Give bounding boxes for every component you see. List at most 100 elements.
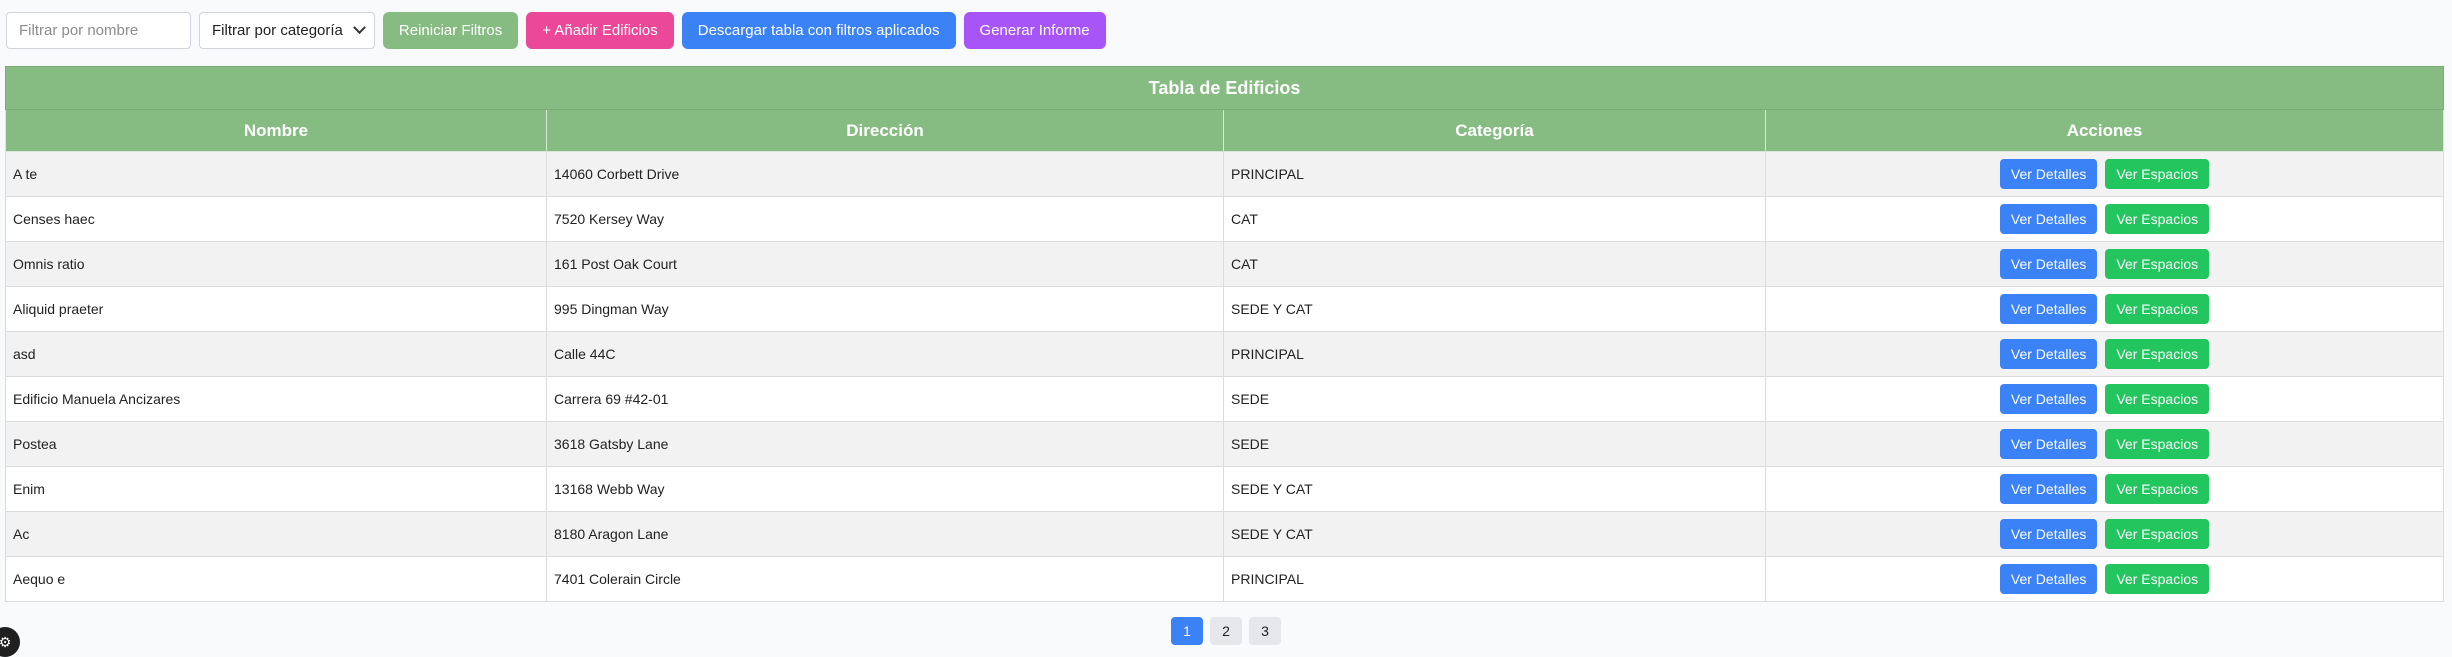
- category-filter-value: Filtrar por categoría: [212, 22, 343, 39]
- chevron-down-icon: [353, 21, 366, 35]
- table-header-row: Nombre Dirección Categoría Acciones: [5, 109, 2445, 152]
- view-details-button[interactable]: Ver Detalles: [1999, 519, 2098, 549]
- name-filter-input[interactable]: [6, 12, 191, 49]
- view-details-button[interactable]: Ver Detalles: [1999, 204, 2098, 234]
- cell-direccion: 7520 Kersey Way: [546, 196, 1224, 242]
- row-actions: Ver Detalles Ver Espacios: [1999, 384, 2210, 414]
- table-row: Aliquid praeter 995 Dingman Way SEDE Y CAT…: [5, 286, 2445, 332]
- cell-direccion: Carrera 69 #42-01: [546, 376, 1224, 422]
- page-button-1[interactable]: 1: [1171, 617, 1203, 645]
- view-spaces-button[interactable]: Ver Espacios: [2105, 564, 2210, 594]
- row-actions: Ver Detalles Ver Espacios: [1999, 159, 2210, 189]
- cell-acciones: Ver Detalles Ver Espacios: [1764, 151, 2445, 197]
- table-row: Enim 13168 Webb Way SEDE Y CAT Ver Detalles…: [5, 466, 2445, 512]
- pagination: 1 2 3: [0, 617, 2452, 645]
- cell-nombre: Enim: [5, 466, 547, 512]
- row-actions: Ver Detalles Ver Espacios: [1999, 339, 2210, 369]
- cell-acciones: Ver Detalles Ver Espacios: [1764, 376, 2445, 422]
- cell-acciones: Ver Detalles Ver Espacios: [1764, 421, 2445, 467]
- view-spaces-button[interactable]: Ver Espacios: [2105, 294, 2210, 324]
- table-row: Censes haec 7520 Kersey Way CAT Ver Detalle…: [5, 196, 2445, 242]
- view-spaces-button[interactable]: Ver Espacios: [2105, 249, 2210, 279]
- view-spaces-button[interactable]: Ver Espacios: [2105, 339, 2210, 369]
- view-details-button[interactable]: Ver Detalles: [1999, 159, 2098, 189]
- table-row: A te 14060 Corbett Drive PRINCIPAL Ver Deta…: [5, 151, 2445, 197]
- view-details-button[interactable]: Ver Detalles: [1999, 429, 2098, 459]
- row-actions: Ver Detalles Ver Espacios: [1999, 519, 2210, 549]
- cell-categoria: PRINCIPAL: [1223, 331, 1766, 377]
- add-buildings-button[interactable]: + Añadir Edificios: [526, 12, 674, 49]
- cell-acciones: Ver Detalles Ver Espacios: [1764, 196, 2445, 242]
- column-header-acciones: Acciones: [1764, 109, 2445, 152]
- cell-acciones: Ver Detalles Ver Espacios: [1764, 286, 2445, 332]
- view-details-button[interactable]: Ver Detalles: [1999, 249, 2098, 279]
- view-spaces-button[interactable]: Ver Espacios: [2105, 204, 2210, 234]
- view-details-button[interactable]: Ver Detalles: [1999, 564, 2098, 594]
- cell-nombre: Ac: [5, 511, 547, 557]
- table-body: A te 14060 Corbett Drive PRINCIPAL Ver Deta…: [5, 151, 2445, 602]
- cell-direccion: 3618 Gatsby Lane: [546, 421, 1224, 467]
- cell-nombre: Omnis ratio: [5, 241, 547, 287]
- cell-direccion: 14060 Corbett Drive: [546, 151, 1224, 197]
- cell-direccion: 8180 Aragon Lane: [546, 511, 1224, 557]
- page-button-3[interactable]: 3: [1249, 617, 1281, 645]
- cell-categoria: CAT: [1223, 241, 1766, 287]
- cell-nombre: Postea: [5, 421, 547, 467]
- row-actions: Ver Detalles Ver Espacios: [1999, 564, 2210, 594]
- view-spaces-button[interactable]: Ver Espacios: [2105, 474, 2210, 504]
- cell-categoria: SEDE Y CAT: [1223, 286, 1766, 332]
- cell-nombre: Edificio Manuela Ancizares: [5, 376, 547, 422]
- category-filter-select[interactable]: Filtrar por categoría: [199, 12, 375, 49]
- column-header-nombre: Nombre: [5, 109, 547, 152]
- cell-acciones: Ver Detalles Ver Espacios: [1764, 511, 2445, 557]
- cell-direccion: 13168 Webb Way: [546, 466, 1224, 512]
- table-row: Ac 8180 Aragon Lane SEDE Y CAT Ver Detalles…: [5, 511, 2445, 557]
- view-spaces-button[interactable]: Ver Espacios: [2105, 384, 2210, 414]
- row-actions: Ver Detalles Ver Espacios: [1999, 429, 2210, 459]
- view-spaces-button[interactable]: Ver Espacios: [2105, 159, 2210, 189]
- view-spaces-button[interactable]: Ver Espacios: [2105, 519, 2210, 549]
- cell-categoria: CAT: [1223, 196, 1766, 242]
- filter-toolbar: Filtrar por categoría Reiniciar Filtros …: [6, 12, 1106, 49]
- cell-categoria: SEDE: [1223, 421, 1766, 467]
- view-details-button[interactable]: Ver Detalles: [1999, 474, 2098, 504]
- view-details-button[interactable]: Ver Detalles: [1999, 339, 2098, 369]
- column-header-categoria: Categoría: [1223, 109, 1766, 152]
- cell-categoria: PRINCIPAL: [1223, 556, 1766, 602]
- table-row: Edificio Manuela Ancizares Carrera 69 #42…: [5, 376, 2445, 422]
- cell-nombre: Aequo e: [5, 556, 547, 602]
- view-spaces-button[interactable]: Ver Espacios: [2105, 429, 2210, 459]
- cell-acciones: Ver Detalles Ver Espacios: [1764, 556, 2445, 602]
- cell-direccion: 7401 Colerain Circle: [546, 556, 1224, 602]
- table-row: Omnis ratio 161 Post Oak Court CAT Ver Deta…: [5, 241, 2445, 287]
- table-row: asd Calle 44C PRINCIPAL Ver Detalles Ver Esp…: [5, 331, 2445, 377]
- page-button-2[interactable]: 2: [1210, 617, 1242, 645]
- cell-acciones: Ver Detalles Ver Espacios: [1764, 241, 2445, 287]
- cell-nombre: Censes haec: [5, 196, 547, 242]
- cell-categoria: PRINCIPAL: [1223, 151, 1766, 197]
- buildings-table-container: Tabla de Edificios Nombre Dirección Cate…: [4, 66, 2445, 602]
- row-actions: Ver Detalles Ver Espacios: [1999, 249, 2210, 279]
- generate-report-button[interactable]: Generar Informe: [963, 12, 1106, 49]
- column-header-direccion: Dirección: [546, 109, 1224, 152]
- row-actions: Ver Detalles Ver Espacios: [1999, 294, 2210, 324]
- view-details-button[interactable]: Ver Detalles: [1999, 384, 2098, 414]
- table-title: Tabla de Edificios: [4, 66, 2445, 110]
- cell-acciones: Ver Detalles Ver Espacios: [1764, 466, 2445, 512]
- cell-categoria: SEDE Y CAT: [1223, 511, 1766, 557]
- view-details-button[interactable]: Ver Detalles: [1999, 294, 2098, 324]
- cell-nombre: asd: [5, 331, 547, 377]
- reset-filters-button[interactable]: Reiniciar Filtros: [382, 12, 519, 49]
- cell-direccion: 995 Dingman Way: [546, 286, 1224, 332]
- cell-nombre: A te: [5, 151, 547, 197]
- cell-acciones: Ver Detalles Ver Espacios: [1764, 331, 2445, 377]
- row-actions: Ver Detalles Ver Espacios: [1999, 474, 2210, 504]
- cell-direccion: Calle 44C: [546, 331, 1224, 377]
- cell-categoria: SEDE Y CAT: [1223, 466, 1766, 512]
- buildings-table: Tabla de Edificios Nombre Dirección Cate…: [4, 66, 2445, 602]
- cell-categoria: SEDE: [1223, 376, 1766, 422]
- table-row: Postea 3618 Gatsby Lane SEDE Ver Detalles Ve…: [5, 421, 2445, 467]
- table-row: Aequo e 7401 Colerain Circle PRINCIPAL Ver …: [5, 556, 2445, 602]
- download-table-button[interactable]: Descargar tabla con filtros aplicados: [681, 12, 956, 49]
- cell-nombre: Aliquid praeter: [5, 286, 547, 332]
